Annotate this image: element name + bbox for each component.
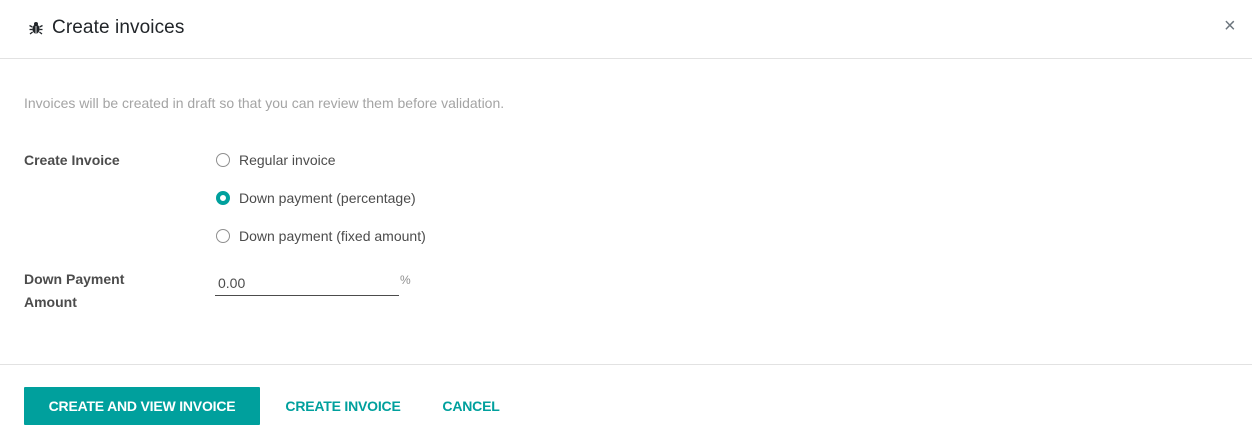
dialog-footer: CREATE AND VIEW INVOICE CREATE INVOICE C… (0, 364, 1252, 445)
radio-checked-icon[interactable] (216, 191, 230, 205)
radio-down-payment-percentage[interactable]: Down payment (percentage) (216, 188, 416, 208)
radio-label: Down payment (fixed amount) (239, 228, 426, 244)
create-and-view-invoice-button[interactable]: CREATE AND VIEW INVOICE (24, 387, 260, 425)
radio-label: Down payment (percentage) (239, 190, 416, 206)
radio-regular-invoice[interactable]: Regular invoice (216, 150, 336, 170)
dialog-title: Create invoices (52, 17, 185, 38)
close-icon[interactable]: × (1224, 16, 1236, 36)
percent-unit: % (400, 273, 411, 287)
bug-icon (29, 22, 43, 35)
down-payment-amount-input[interactable] (215, 270, 399, 296)
dialog-header: Create invoices × (0, 0, 1252, 59)
down-payment-amount-label: Down Payment Amount (24, 268, 124, 314)
label-line: Amount (24, 294, 77, 310)
radio-label: Regular invoice (239, 152, 336, 168)
draft-hint-text: Invoices will be created in draft so tha… (24, 95, 505, 111)
create-invoices-dialog: Create invoices × Invoices will be creat… (0, 0, 1252, 445)
radio-unchecked-icon[interactable] (216, 229, 230, 243)
radio-down-payment-fixed[interactable]: Down payment (fixed amount) (216, 226, 426, 246)
radio-unchecked-icon[interactable] (216, 153, 230, 167)
cancel-button[interactable]: CANCEL (430, 387, 512, 425)
create-invoice-button[interactable]: CREATE INVOICE (270, 387, 416, 425)
create-invoice-label: Create Invoice (24, 152, 120, 168)
label-line: Down Payment (24, 271, 125, 287)
